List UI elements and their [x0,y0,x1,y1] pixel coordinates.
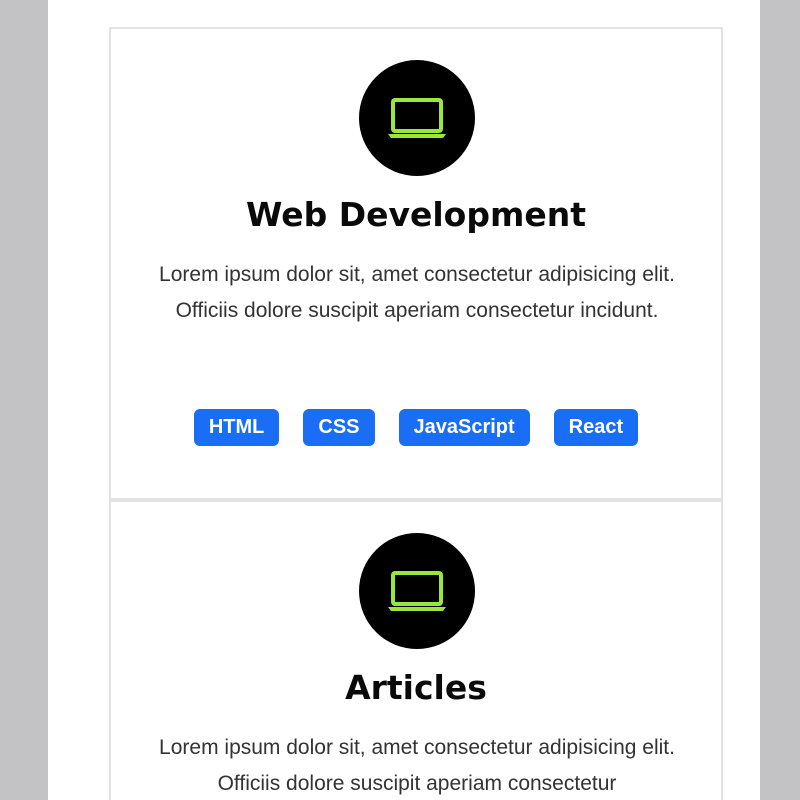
laptop-icon [359,533,475,649]
tag-html[interactable]: HTML [193,409,280,446]
card-title: Articles [345,668,487,707]
tag-list: HTML CSS JavaScript React [111,409,721,446]
card-title: Web Development [245,195,587,234]
laptop-icon [359,60,475,176]
page-content: Web Development Lorem ipsum dolor sit, a… [48,0,760,800]
tag-css[interactable]: CSS [303,409,375,446]
service-card-articles: Articles Lorem ipsum dolor sit, amet con… [109,500,723,800]
card-description: Lorem ipsum dolor sit, amet consectetur … [159,736,675,795]
service-card-web-development: Web Development Lorem ipsum dolor sit, a… [109,27,723,500]
tag-javascript[interactable]: JavaScript [398,409,530,446]
card-description: Lorem ipsum dolor sit, amet consectetur … [159,263,675,322]
tag-react[interactable]: React [553,409,639,446]
